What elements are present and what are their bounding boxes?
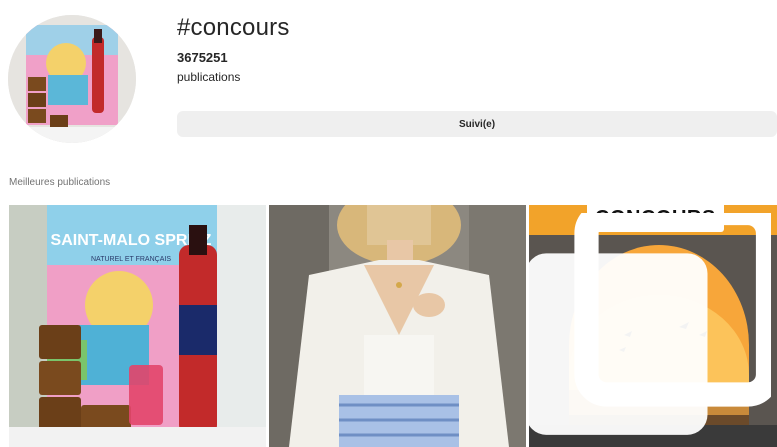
hashtag-title: #concours	[177, 14, 290, 41]
posts-grid: SAINT-MALO SPRITZ NATUREL ET FRANÇAIS CO…	[9, 205, 777, 447]
top-posts-label: Meilleures publications	[9, 177, 111, 188]
post-thumbnail[interactable]: SAINT-MALO SPRITZ NATUREL ET FRANÇAIS	[9, 205, 266, 447]
multiple-posts-icon	[529, 213, 771, 435]
hashtag-avatar	[8, 15, 136, 143]
follow-button[interactable]: Suivi(e)	[177, 111, 777, 137]
publication-count: 3675251	[177, 50, 228, 65]
post-thumbnail[interactable]: CONCOURS	[529, 205, 777, 447]
poster-subtext: NATUREL ET FRANÇAIS	[91, 256, 171, 263]
post-thumbnail[interactable]	[269, 205, 526, 447]
publication-count-label: publications	[177, 70, 241, 84]
